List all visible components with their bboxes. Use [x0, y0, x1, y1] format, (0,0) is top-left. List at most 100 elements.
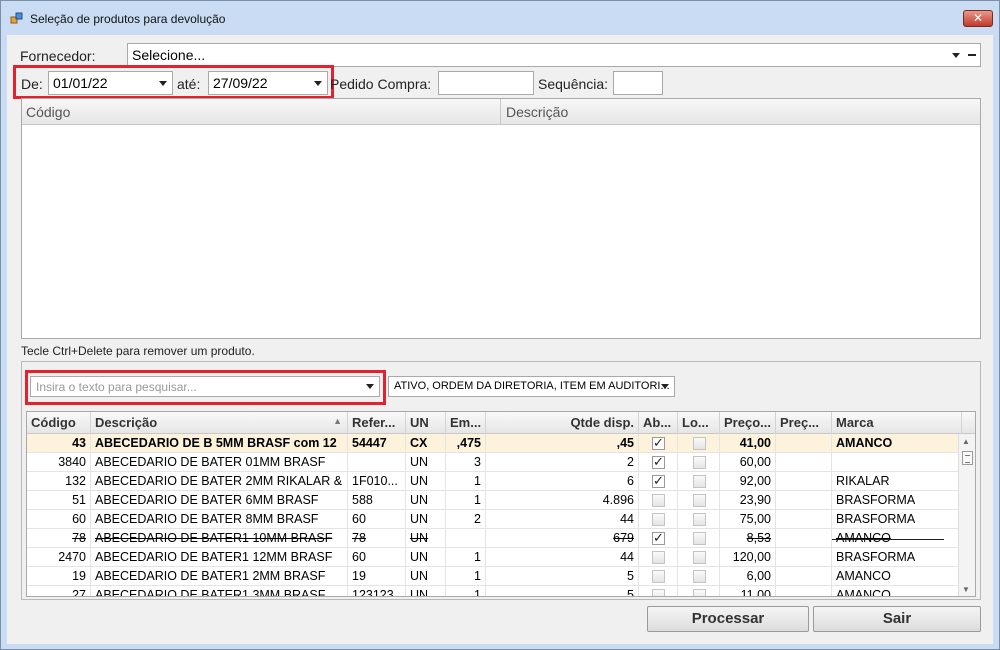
table-row[interactable]: 51 ABECEDARIO DE BATER 6MM BRASF 588 UN 1 4.8…	[27, 491, 962, 510]
unchecked-checkbox-icon[interactable]	[693, 551, 706, 564]
products-grid[interactable]: Código Descrição ▲ Refer... UN Em... Qtde…	[26, 411, 976, 597]
unchecked-checkbox-icon[interactable]	[652, 551, 665, 564]
cell-lo[interactable]	[678, 472, 720, 491]
checked-checkbox-icon[interactable]	[652, 530, 665, 546]
cell-preco2	[776, 510, 832, 529]
table-row[interactable]: 27 ABECEDARIO DE BATER1 3MM BRASF 123123 UN…	[27, 586, 962, 597]
sequencia-input[interactable]	[613, 71, 663, 95]
scroll-thumb[interactable]	[962, 451, 973, 465]
col-ab[interactable]: Ab...	[639, 412, 678, 434]
cell-lo[interactable]	[678, 491, 720, 510]
sair-button[interactable]: Sair	[813, 606, 981, 632]
unchecked-checkbox-icon[interactable]	[652, 513, 665, 526]
cell-lo[interactable]	[678, 434, 720, 453]
cell-text: 679	[613, 531, 634, 545]
col-un[interactable]: UN	[406, 412, 446, 434]
cell-ab[interactable]	[639, 472, 678, 491]
col-lo[interactable]: Lo...	[678, 412, 720, 434]
cell-ab[interactable]	[639, 510, 678, 529]
cell-em	[446, 529, 486, 548]
unchecked-checkbox-icon[interactable]	[693, 494, 706, 507]
cell-text: 123123	[352, 588, 394, 597]
cell-text: 43	[72, 436, 86, 450]
scroll-down-icon[interactable]: ▼	[962, 585, 970, 594]
unchecked-checkbox-icon[interactable]	[693, 570, 706, 583]
cell-ab[interactable]	[639, 434, 678, 453]
selected-products-panel[interactable]: Código Descrição	[21, 98, 981, 339]
col-descricao-label: Descrição	[95, 415, 158, 430]
table-row[interactable]: 43 ABECEDARIO DE B 5MM BRASF com 12 54447 C…	[27, 434, 962, 453]
unchecked-checkbox-icon[interactable]	[693, 513, 706, 526]
col-descricao-header[interactable]: Descrição	[506, 104, 568, 120]
cell-lo[interactable]	[678, 548, 720, 567]
cell-lo[interactable]	[678, 453, 720, 472]
unchecked-checkbox-icon[interactable]	[693, 475, 706, 488]
chevron-down-icon[interactable]	[661, 384, 669, 389]
cell-text: 60,00	[739, 455, 771, 469]
pedido-compra-input[interactable]	[438, 71, 534, 95]
col-codigo-header[interactable]: Código	[26, 104, 70, 120]
table-row[interactable]: 2470 ABECEDARIO DE BATER1 12MM BRASF 60 UN 1…	[27, 548, 962, 567]
title-bar[interactable]: Seleção de produtos para devolução ✕	[1, 1, 999, 35]
cell-preco: 41,00	[720, 434, 776, 453]
unchecked-checkbox-icon[interactable]	[652, 494, 665, 507]
status-filter-combo[interactable]: ATIVO, ORDEM DA DIRETORIA, ITEM EM AUDIT…	[388, 376, 675, 397]
unchecked-checkbox-icon[interactable]	[693, 437, 706, 450]
cell-un: UN	[406, 567, 446, 586]
fornecedor-combo[interactable]: Selecione...	[127, 43, 981, 67]
grid-vertical-scrollbar[interactable]: ▲ ▼	[958, 434, 975, 596]
cell-lo[interactable]	[678, 529, 720, 548]
col-marca[interactable]: Marca	[832, 412, 962, 434]
cell-text: 8,53	[746, 531, 771, 545]
col-embalagem[interactable]: Em...	[446, 412, 486, 434]
unchecked-checkbox-icon[interactable]	[693, 589, 706, 596]
cell-text: 4.896	[602, 493, 634, 507]
cell-marca: AMANCO	[832, 434, 962, 453]
cell-ab[interactable]	[639, 529, 678, 548]
processar-button[interactable]: Processar	[647, 606, 809, 632]
cell-ab[interactable]	[639, 567, 678, 586]
unchecked-checkbox-icon[interactable]	[652, 570, 665, 583]
column-divider	[500, 99, 501, 125]
cell-preco: 8,53	[720, 529, 776, 548]
cell-ab[interactable]	[639, 453, 678, 472]
cell-text: 54447	[352, 436, 387, 450]
cell-ab[interactable]	[639, 491, 678, 510]
checked-checkbox-icon[interactable]	[652, 454, 665, 470]
sair-label: Sair	[882, 610, 912, 627]
cell-marca: BRASFORMA	[832, 548, 962, 567]
col-preco[interactable]: Preço...	[720, 412, 776, 434]
table-row[interactable]: 78 ABECEDARIO DE BATER1 10MM BRASF 78 UN 679…	[27, 529, 962, 548]
table-row[interactable]: 60 ABECEDARIO DE BATER 8MM BRASF 60 UN 2 44 75…	[27, 510, 962, 529]
col-codigo[interactable]: Código	[27, 412, 91, 434]
col-qtde-disp[interactable]: Qtde disp.	[486, 412, 639, 434]
table-row[interactable]: 132 ABECEDARIO DE BATER 2MM RIKALAR & 1F01…	[27, 472, 962, 491]
table-row[interactable]: 19 ABECEDARIO DE BATER1 2MM BRASF 19 UN 1 5 6,…	[27, 567, 962, 586]
cell-ab[interactable]	[639, 548, 678, 567]
checked-checkbox-icon[interactable]	[652, 473, 665, 489]
cell-codigo: 60	[27, 510, 91, 529]
selected-products-header: Código Descrição	[22, 99, 980, 125]
close-button[interactable]: ✕	[963, 10, 993, 27]
col-preco2[interactable]: Preç...	[776, 412, 832, 434]
cell-text: 44	[620, 512, 634, 526]
table-row[interactable]: 3840 ABECEDARIO DE BATER 01MM BRASF UN 3 2 60…	[27, 453, 962, 472]
cell-text: 6	[627, 474, 634, 488]
cell-ab[interactable]	[639, 586, 678, 596]
col-descricao[interactable]: Descrição ▲	[91, 412, 348, 434]
cell-qtde: 5	[486, 567, 639, 586]
cell-codigo: 78	[27, 529, 91, 548]
checked-checkbox-icon[interactable]	[652, 435, 665, 451]
col-referencia[interactable]: Refer...	[348, 412, 406, 434]
clear-icon[interactable]	[968, 54, 976, 56]
unchecked-checkbox-icon[interactable]	[693, 456, 706, 469]
cell-lo[interactable]	[678, 586, 720, 596]
cell-lo[interactable]	[678, 567, 720, 586]
cell-descricao: ABECEDARIO DE BATER 2MM RIKALAR &	[91, 472, 348, 491]
scroll-up-icon[interactable]: ▲	[962, 437, 970, 446]
unchecked-checkbox-icon[interactable]	[652, 589, 665, 596]
cell-text: ABECEDARIO DE BATER1 3MM BRASF	[95, 588, 326, 597]
chevron-down-icon[interactable]	[952, 53, 960, 58]
unchecked-checkbox-icon[interactable]	[693, 532, 706, 545]
cell-lo[interactable]	[678, 510, 720, 529]
